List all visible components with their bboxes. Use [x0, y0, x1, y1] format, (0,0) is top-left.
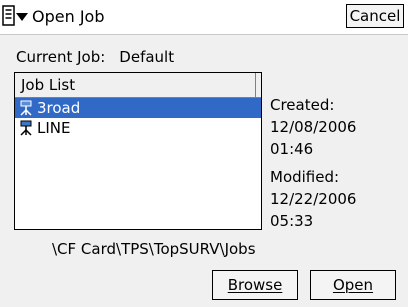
list-item[interactable]: LINE: [15, 118, 261, 138]
modified-label: Modified:: [270, 168, 340, 186]
job-list[interactable]: Job List 3road LINE: [14, 72, 262, 230]
title-bar: Open Job Cancel: [0, 0, 408, 35]
list-item-label: 3road: [37, 99, 81, 117]
browse-button[interactable]: Browse: [212, 270, 298, 300]
window-title: Open Job: [32, 7, 105, 26]
current-job-label: Current Job:: [16, 48, 106, 66]
job-list-header[interactable]: Job List: [15, 73, 261, 98]
created-time: 01:46: [270, 140, 314, 158]
open-button-label: Open: [332, 276, 374, 294]
modified-time: 05:33: [270, 212, 314, 230]
modified-date: 12/22/2006: [270, 190, 357, 208]
job-list-column-header[interactable]: Job List: [21, 73, 256, 97]
created-date: 12/08/2006: [270, 118, 357, 136]
current-job: Current Job: Default: [16, 48, 174, 66]
open-button[interactable]: Open: [310, 270, 396, 300]
list-item-label: LINE: [37, 119, 71, 137]
job-icon: [18, 100, 34, 116]
job-icon: [18, 120, 34, 136]
current-job-value: Default: [119, 48, 175, 66]
start-menu-icon[interactable]: [2, 3, 30, 29]
cancel-button[interactable]: Cancel: [346, 4, 404, 28]
browse-button-label: Browse: [227, 276, 283, 294]
list-item[interactable]: 3road: [15, 98, 261, 118]
job-folder-path: \CF Card\TPS\TopSURV\Jobs: [52, 240, 256, 258]
created-label: Created:: [270, 96, 335, 114]
